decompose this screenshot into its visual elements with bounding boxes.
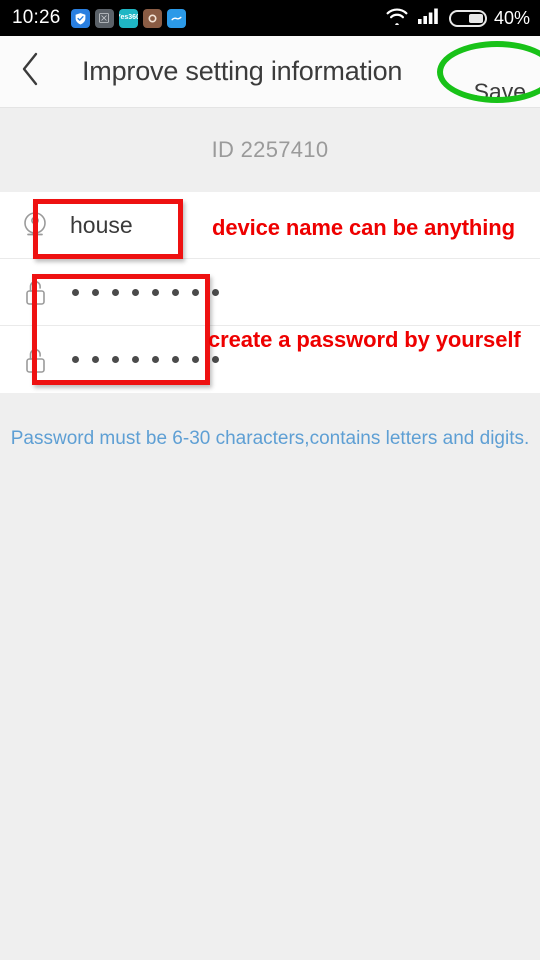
password-dot xyxy=(192,356,199,363)
back-button[interactable] xyxy=(0,36,60,108)
password-dot xyxy=(152,356,159,363)
save-button[interactable]: Save xyxy=(468,75,532,110)
yes360-app-icon: Yes360 xyxy=(118,8,138,28)
device-id-label: ID 2257410 xyxy=(211,137,329,162)
battery-percent-label: 40% xyxy=(493,7,530,28)
shield-app-icon xyxy=(70,8,90,28)
password-input[interactable] xyxy=(70,288,219,296)
password-dot xyxy=(92,288,99,296)
password-dot xyxy=(192,288,199,296)
wifi-icon xyxy=(384,6,410,30)
battery-icon xyxy=(448,9,487,27)
status-bar-notification-icons: Yes360 xyxy=(70,8,186,28)
cellular-signal-icon xyxy=(417,6,442,30)
app-header: Improve setting information Save xyxy=(0,36,540,108)
password-dot xyxy=(172,288,179,296)
password-row[interactable] xyxy=(0,259,540,326)
confirm-password-input[interactable] xyxy=(70,356,219,363)
messenger-app-icon xyxy=(166,8,186,28)
unlock-icon xyxy=(0,344,70,376)
password-dot xyxy=(172,356,179,363)
status-bar: 10:26 Yes360 xyxy=(0,0,540,36)
gray-app-icon xyxy=(94,8,114,28)
hint-area: Password must be 6-30 characters,contain… xyxy=(0,394,540,960)
password-dot xyxy=(132,356,139,363)
annotation-text-device-name: device name can be anything xyxy=(212,215,515,240)
brown-circle-app-icon xyxy=(142,8,162,28)
page-title: Improve setting information xyxy=(82,56,403,86)
password-dot xyxy=(212,356,219,363)
password-dot xyxy=(132,288,139,296)
annotation-text-password: create a password by yourself xyxy=(208,327,521,352)
password-dot xyxy=(72,288,79,296)
password-rule-hint: Password must be 6-30 characters,contain… xyxy=(10,428,530,449)
status-bar-clock: 10:26 xyxy=(12,7,61,28)
password-dot xyxy=(112,356,119,363)
unlock-icon xyxy=(0,276,70,308)
battery-level-fill xyxy=(468,13,483,23)
password-dot xyxy=(212,288,219,296)
password-dot xyxy=(92,356,99,363)
device-name-input[interactable]: house xyxy=(70,212,133,239)
webcam-icon xyxy=(0,210,70,240)
status-bar-system-icons: 40% xyxy=(384,6,530,30)
password-dot xyxy=(112,288,119,296)
password-dot xyxy=(72,356,79,363)
chevron-left-icon xyxy=(19,51,41,92)
device-id-strip: ID 2257410 xyxy=(0,108,540,192)
password-dot xyxy=(152,288,159,296)
